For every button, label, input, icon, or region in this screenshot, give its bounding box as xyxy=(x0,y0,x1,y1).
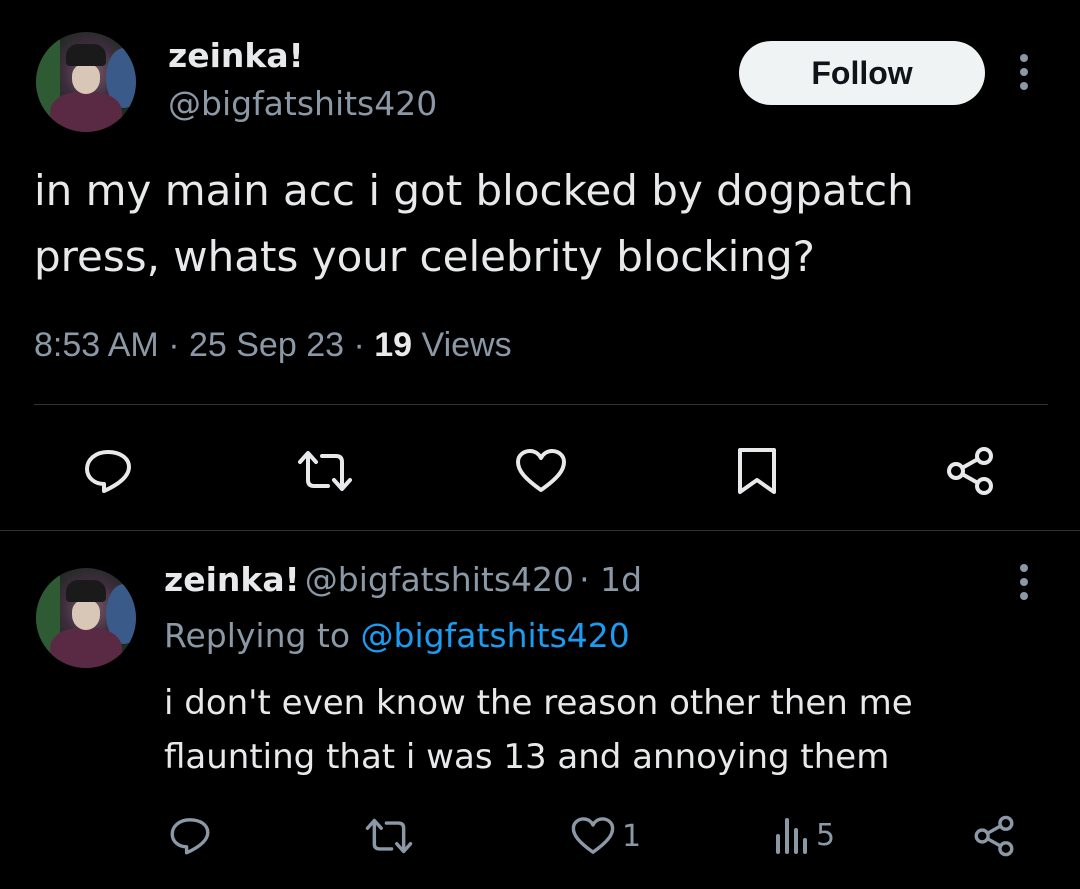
reply-text: i don't even know the reason other then … xyxy=(164,676,1054,784)
divider xyxy=(34,404,1048,405)
analytics-icon xyxy=(774,814,808,856)
like-icon xyxy=(570,816,616,856)
reply-author-avatar[interactable] xyxy=(36,568,136,668)
reply-handle[interactable]: @bigfatshits420 xyxy=(305,560,574,599)
tweet-text-line: press, whats your celebrity blocking? xyxy=(34,232,815,281)
tweet-text: in my main acc i got blocked by dogpatch… xyxy=(34,158,1044,290)
more-dots-icon[interactable] xyxy=(1010,50,1038,94)
reply-display-name[interactable]: zeinka! xyxy=(164,560,300,599)
like-count: 1 xyxy=(622,818,642,854)
reply-age[interactable]: 1d xyxy=(600,560,642,599)
tweet-meta: 8:53 AM · 25 Sep 23 · 19 Views xyxy=(34,326,512,364)
views-count: 19 xyxy=(374,326,413,364)
views-count: 5 xyxy=(816,817,836,853)
replying-prefix: Replying to xyxy=(164,616,351,655)
replying-to: Replying to @bigfatshits420 xyxy=(164,616,630,655)
retweet-icon[interactable] xyxy=(296,448,354,494)
reply-header: zeinka! @bigfatshits420 · 1d xyxy=(164,560,643,599)
views-action[interactable]: 5 xyxy=(774,814,835,856)
reply-icon[interactable] xyxy=(82,446,134,494)
follow-button[interactable]: Follow xyxy=(739,41,985,105)
reply-text-line: i don't even know the reason other then … xyxy=(164,683,913,723)
reply-text-line: flaunting that i was 13 and annoying the… xyxy=(164,737,890,777)
views-label: Views xyxy=(421,326,512,364)
reply-icon[interactable] xyxy=(168,814,212,856)
tweet-time[interactable]: 8:53 AM xyxy=(34,326,159,364)
like-action[interactable]: 1 xyxy=(570,816,641,856)
author-avatar[interactable] xyxy=(36,32,136,132)
share-icon[interactable] xyxy=(944,446,996,496)
like-icon[interactable] xyxy=(514,448,568,494)
replying-handle-link[interactable]: @bigfatshits420 xyxy=(361,616,630,655)
divider xyxy=(0,530,1080,531)
tweet-date[interactable]: 25 Sep 23 xyxy=(189,326,344,364)
more-dots-icon[interactable] xyxy=(1010,560,1038,604)
author-display-name[interactable]: zeinka! xyxy=(168,36,304,75)
tweet-text-line: in my main acc i got blocked by dogpatch xyxy=(34,166,914,215)
author-handle[interactable]: @bigfatshits420 xyxy=(168,84,437,123)
share-icon[interactable] xyxy=(972,814,1016,858)
bookmark-icon[interactable] xyxy=(736,446,778,496)
retweet-icon[interactable] xyxy=(364,816,414,856)
